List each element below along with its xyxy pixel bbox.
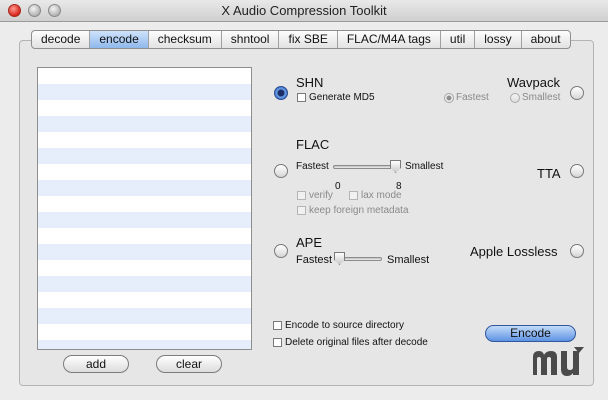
tab-lossy[interactable]: lossy (475, 31, 522, 48)
encode-button[interactable]: Encode (485, 325, 576, 342)
tta-label: TTA (537, 166, 561, 181)
encode-to-source-checkbox[interactable] (273, 321, 282, 330)
encode-to-source-label: Encode to source directory (285, 320, 404, 331)
flac-keep-metadata-label: keep foreign metadata (309, 205, 409, 216)
shn-label: SHN (296, 75, 324, 90)
flac-smallest-label: Smallest (405, 161, 444, 172)
add-button[interactable]: add (63, 355, 129, 373)
ape-radio[interactable] (274, 244, 288, 258)
flac-lax-mode-checkbox[interactable] (349, 191, 358, 200)
window-title: X Audio Compression Toolkit (221, 3, 387, 18)
flac-label: FLAC (296, 137, 330, 152)
flac-verify-checkbox[interactable] (297, 191, 306, 200)
tab-checksum[interactable]: checksum (149, 31, 222, 48)
tab-decode[interactable]: decode (32, 31, 91, 48)
tab-about[interactable]: about (522, 31, 570, 48)
wavpack-fastest-radio[interactable] (444, 93, 454, 103)
wavpack-smallest-label: Smallest (522, 92, 561, 103)
clear-button[interactable]: clear (156, 355, 222, 373)
ape-label: APE (296, 235, 323, 250)
wavpack-fastest-label: Fastest (456, 92, 489, 103)
macupdate-logo-icon (533, 347, 584, 376)
flac-radio[interactable] (274, 164, 288, 178)
tab-bar: decode encode checksum shntool fix SBE F… (31, 30, 571, 49)
flac-verify-label: verify (309, 190, 333, 201)
wavpack-label: Wavpack (507, 75, 560, 90)
flac-lax-mode-label: lax mode (361, 190, 402, 201)
wavpack-radio[interactable] (570, 86, 584, 100)
flac-fastest-label: Fastest (296, 161, 329, 172)
generate-md5-label: Generate MD5 (309, 92, 375, 103)
ape-smallest-label: Smallest (387, 254, 430, 266)
tab-shntool[interactable]: shntool (222, 31, 280, 48)
title-bar: X Audio Compression Toolkit (0, 0, 608, 22)
tab-encode[interactable]: encode (90, 31, 149, 48)
tab-flac-m4a-tags[interactable]: FLAC/M4A tags (338, 31, 441, 48)
flac-keep-metadata-checkbox[interactable] (297, 206, 306, 215)
wavpack-smallest-radio[interactable] (510, 93, 520, 103)
delete-originals-label: Delete original files after decode (285, 337, 428, 348)
flac-min-label: 0 (335, 181, 341, 192)
shn-radio[interactable] (274, 86, 288, 100)
file-list[interactable] (37, 67, 252, 350)
apple-lossless-radio[interactable] (570, 244, 584, 258)
generate-md5-checkbox[interactable] (297, 93, 306, 102)
apple-lossless-label: Apple Lossless (470, 244, 558, 259)
tta-radio[interactable] (570, 164, 584, 178)
delete-originals-checkbox[interactable] (273, 338, 282, 347)
tab-util[interactable]: util (441, 31, 476, 48)
ape-fastest-label: Fastest (296, 254, 333, 266)
tab-fix-sbe[interactable]: fix SBE (279, 31, 338, 48)
